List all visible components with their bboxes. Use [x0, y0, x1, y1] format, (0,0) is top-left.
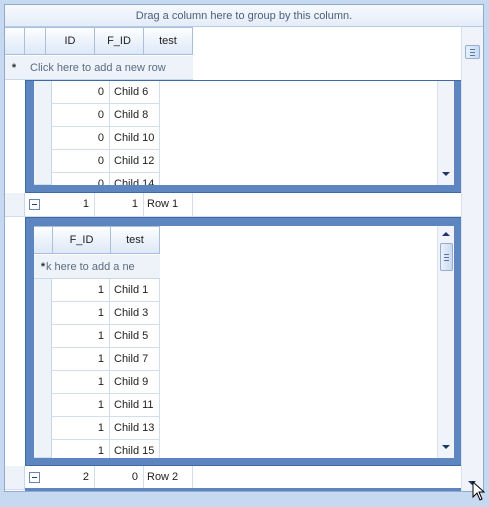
detail-grid-row-0-body[interactable]: 0 Child 6 0 Child 8 0 Child 10 0 Child 1…: [34, 81, 454, 185]
detail-1-scroll-thumb[interactable]: [440, 243, 453, 271]
detail-0-vertical-scrollbar[interactable]: [437, 81, 454, 185]
mouse-pointer-icon: [472, 481, 486, 501]
master-new-row[interactable]: * Click here to add a new row: [5, 56, 193, 80]
detail-column-header-test[interactable]: test: [110, 226, 160, 254]
arrow-down-icon[interactable]: [439, 167, 454, 182]
detail-cell-test[interactable]: Child 11: [110, 394, 160, 417]
detail-cell-f-id[interactable]: 1: [52, 417, 110, 440]
detail-cell-test[interactable]: Child 6: [110, 81, 160, 104]
detail-row-indicator: [34, 279, 52, 458]
detail-new-row[interactable]: * k here to add a ne: [34, 255, 160, 279]
detail-cell-test[interactable]: Child 3: [110, 302, 160, 325]
master-scroll-thumb[interactable]: [465, 45, 480, 59]
master-header-expander: [24, 27, 46, 55]
detail-cell-f-id[interactable]: 1: [52, 440, 110, 458]
new-row-marker: *: [11, 62, 17, 74]
detail-cell-f-id[interactable]: 0: [52, 127, 110, 150]
detail-1-vertical-scrollbar[interactable]: [437, 226, 454, 458]
detail-header-indicator: [34, 226, 53, 254]
arrow-down-icon[interactable]: [439, 440, 454, 455]
data-grid[interactable]: Drag a column here to group by this colu…: [4, 4, 484, 492]
detail-cell-test[interactable]: Child 9: [110, 371, 160, 394]
detail-cell-test[interactable]: Child 12: [110, 150, 160, 173]
master-vertical-scrollbar[interactable]: [461, 27, 483, 491]
detail-row-indicator: [34, 81, 52, 185]
detail-column-header-f-id[interactable]: F_ID: [52, 226, 111, 254]
detail-cell-f-id[interactable]: 0: [52, 173, 110, 185]
master-row-indicator: [5, 193, 25, 217]
detail-cell-test[interactable]: Child 8: [110, 104, 160, 127]
master-cell-id[interactable]: 1: [45, 193, 95, 217]
master-cell-test[interactable]: Row 1: [143, 193, 193, 217]
detail-cell-f-id[interactable]: 1: [52, 371, 110, 394]
detail-cell-f-id[interactable]: 1: [52, 325, 110, 348]
master-cell-f-id[interactable]: 1: [94, 193, 144, 217]
detail-grid-row-1-body[interactable]: F_ID test * k here to add a ne 1 Child 1…: [34, 226, 454, 458]
detail-cell-test[interactable]: Child 10: [110, 127, 160, 150]
detail-cell-f-id[interactable]: 0: [52, 81, 110, 104]
master-header-indicator: [5, 27, 25, 55]
group-by-panel[interactable]: Drag a column here to group by this colu…: [5, 5, 483, 27]
master-cell-id[interactable]: 2: [45, 466, 95, 490]
detail-cell-f-id[interactable]: 1: [52, 302, 110, 325]
minus-square-icon[interactable]: [29, 199, 40, 210]
detail-grid-row-1: F_ID test * k here to add a ne 1 Child 1…: [25, 217, 462, 466]
detail-cell-f-id[interactable]: 1: [52, 348, 110, 371]
detail-cell-f-id[interactable]: 1: [52, 279, 110, 302]
master-cell-test[interactable]: Row 2: [143, 466, 193, 490]
column-header-test[interactable]: test: [143, 27, 193, 55]
detail-cell-f-id[interactable]: 0: [52, 150, 110, 173]
minus-square-icon[interactable]: [29, 472, 40, 483]
detail-cell-test[interactable]: Child 15: [110, 440, 160, 458]
detail-cell-f-id[interactable]: 0: [52, 104, 110, 127]
new-row-placeholder: Click here to add a new row: [30, 62, 166, 74]
detail-cell-test[interactable]: Child 5: [110, 325, 160, 348]
column-header-id[interactable]: ID: [45, 27, 95, 55]
column-header-f-id[interactable]: F_ID: [94, 27, 144, 55]
arrow-up-icon[interactable]: [439, 227, 454, 242]
detail-cell-test[interactable]: Child 7: [110, 348, 160, 371]
master-cell-f-id[interactable]: 0: [94, 466, 144, 490]
detail-cell-f-id[interactable]: 1: [52, 394, 110, 417]
detail-cell-test[interactable]: Child 1: [110, 279, 160, 302]
detail-cell-test[interactable]: Child 14: [110, 173, 160, 185]
detail-cell-test[interactable]: Child 13: [110, 417, 160, 440]
detail-frame-bottom-edge: [25, 488, 462, 491]
detail-grid-row-0: 0 Child 6 0 Child 8 0 Child 10 0 Child 1…: [25, 80, 462, 193]
new-row-placeholder: k here to add a ne: [46, 261, 135, 273]
master-row-indicator: [5, 466, 25, 490]
